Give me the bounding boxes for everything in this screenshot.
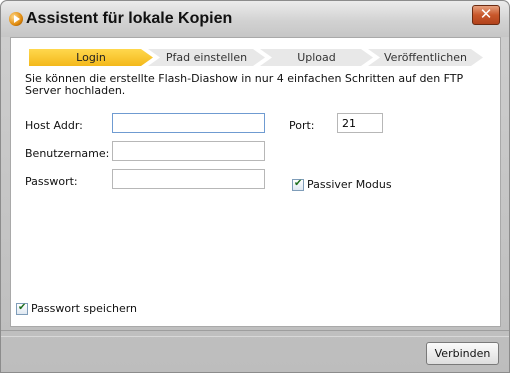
port-input[interactable] — [337, 113, 383, 133]
close-button[interactable]: ✕ — [472, 5, 500, 25]
host-label: Host Addr: — [25, 119, 83, 132]
password-input[interactable] — [112, 169, 265, 189]
title-bar[interactable]: Assistent für lokale Kopien ✕ — [1, 1, 509, 37]
connect-button[interactable]: Verbinden — [426, 342, 499, 365]
step-bar: Login Pfad einstellen Upload Veröffentli… — [29, 49, 483, 66]
content-panel: Login Pfad einstellen Upload Veröffentli… — [10, 37, 501, 327]
password-label: Passwort: — [25, 175, 78, 188]
footer-divider — [1, 330, 509, 331]
window-title: Assistent für lokale Kopien — [26, 10, 233, 27]
step-veroeffentlichen: Veröffentlichen — [368, 49, 483, 66]
step-upload: Upload — [260, 49, 373, 66]
description-text: Sie können die erstellte Flash-Diashow i… — [25, 72, 464, 97]
username-input[interactable] — [112, 141, 265, 161]
save-password-label: Passwort speichern — [31, 302, 138, 315]
step-login: Login — [29, 49, 153, 66]
username-label: Benutzername: — [25, 147, 110, 160]
host-input[interactable] — [112, 113, 265, 133]
port-label: Port: — [289, 119, 315, 132]
step-pfad-einstellen: Pfad einstellen — [148, 49, 265, 66]
passive-mode-checkbox[interactable] — [292, 178, 304, 191]
wizard-window: Assistent für lokale Kopien ✕ Login Pfad… — [0, 0, 510, 373]
footer-divider-highlight — [1, 336, 509, 337]
save-password-checkbox[interactable] — [16, 302, 28, 315]
passive-mode-label: Passiver Modus — [307, 178, 392, 191]
play-icon — [9, 12, 23, 26]
